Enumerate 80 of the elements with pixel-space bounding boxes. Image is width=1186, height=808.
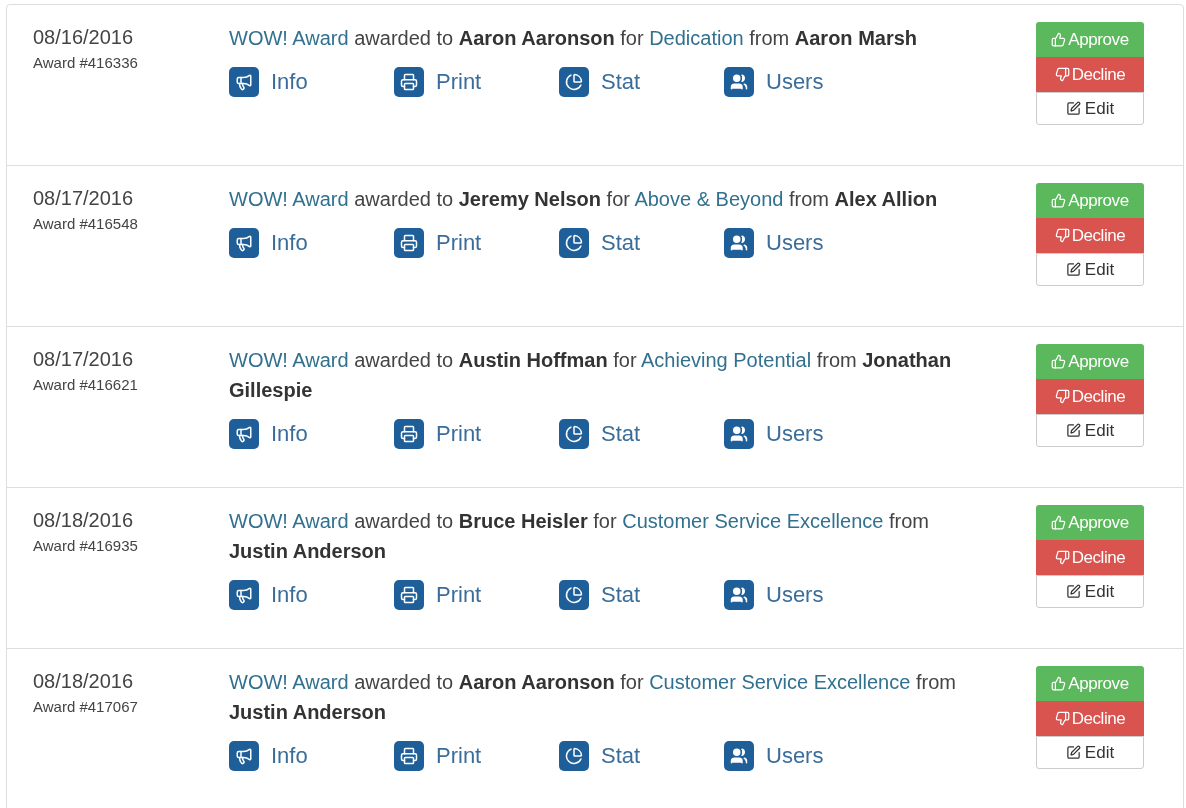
action-link[interactable]: Stat (559, 226, 724, 259)
award-number: Award #417067 (33, 697, 138, 717)
award-date: 08/17/2016 (33, 186, 134, 211)
megaphone-icon (229, 418, 259, 449)
action-link[interactable]: Stat (559, 417, 724, 450)
award-description: WOW! Award awarded to Aaron Aaronson for Dedication from Aaron Marsh (229, 26, 918, 51)
thumbs-up-icon (1051, 354, 1067, 369)
action-link[interactable]: Users (724, 226, 889, 259)
award-number: Award #416935 (33, 536, 138, 556)
action-link[interactable]: Print (394, 226, 559, 259)
pie-chart-icon (559, 418, 589, 449)
thumbs-up-icon (1051, 193, 1067, 208)
decline-button[interactable]: Decline (1036, 57, 1144, 92)
award-description: WOW! Award awarded to Aaron Aaronson for Customer Service Excellence from Justin Anderson (229, 670, 957, 725)
award-date: 08/18/2016 (33, 508, 134, 533)
megaphone-icon (229, 740, 259, 771)
pie-chart-icon (559, 227, 589, 258)
award-description: WOW! Award awarded to Jeremy Nelson for Above & Beyond from Alex Allion (229, 187, 938, 212)
action-link[interactable]: Stat (559, 739, 724, 772)
users-icon (724, 418, 754, 449)
action-link[interactable]: Info (229, 578, 394, 611)
pie-chart-icon (559, 740, 589, 771)
edit-button[interactable]: Edit (1036, 414, 1144, 447)
thumbs-down-icon (1054, 711, 1070, 726)
users-icon (724, 227, 754, 258)
action-link[interactable]: Users (724, 578, 889, 611)
award-number: Award #416621 (33, 375, 138, 395)
decline-button[interactable]: Decline (1036, 218, 1144, 253)
award-description: WOW! Award awarded to Bruce Heisler for Customer Service Excellence from Justin Anderson (229, 509, 930, 564)
printer-icon (394, 740, 424, 771)
printer-icon (394, 227, 424, 258)
thumbs-down-icon (1054, 67, 1070, 82)
award-number: Award #416336 (33, 53, 138, 73)
edit-icon (1065, 584, 1081, 599)
thumbs-up-icon (1051, 32, 1067, 47)
thumbs-down-icon (1054, 550, 1070, 565)
pie-chart-icon (559, 579, 589, 610)
award-date: 08/16/2016 (33, 25, 134, 50)
award-date: 08/17/2016 (33, 347, 134, 372)
printer-icon (394, 579, 424, 610)
edit-icon (1065, 262, 1081, 277)
award-date: 08/18/2016 (33, 669, 134, 694)
edit-button[interactable]: Edit (1036, 736, 1144, 769)
action-link[interactable]: Info (229, 417, 394, 450)
action-link[interactable]: Print (394, 739, 559, 772)
action-link[interactable]: Stat (559, 578, 724, 611)
thumbs-up-icon (1051, 676, 1067, 691)
megaphone-icon (229, 66, 259, 97)
action-link[interactable]: Info (229, 739, 394, 772)
users-icon (724, 740, 754, 771)
action-link[interactable]: Stat (559, 65, 724, 98)
pie-chart-icon (559, 66, 589, 97)
megaphone-icon (229, 227, 259, 258)
printer-icon (394, 418, 424, 449)
edit-button[interactable]: Edit (1036, 575, 1144, 608)
thumbs-down-icon (1054, 228, 1070, 243)
users-icon (724, 66, 754, 97)
decline-button[interactable]: Decline (1036, 379, 1144, 414)
action-link[interactable]: Info (229, 226, 394, 259)
action-link[interactable]: Print (394, 65, 559, 98)
action-link[interactable]: Info (229, 65, 394, 98)
printer-icon (394, 66, 424, 97)
decline-button[interactable]: Decline (1036, 701, 1144, 736)
thumbs-down-icon (1054, 389, 1070, 404)
megaphone-icon (229, 579, 259, 610)
action-link[interactable]: Print (394, 417, 559, 450)
action-link[interactable]: Users (724, 417, 889, 450)
action-link[interactable]: Users (724, 739, 889, 772)
thumbs-up-icon (1051, 515, 1067, 530)
edit-button[interactable]: Edit (1036, 92, 1144, 125)
edit-icon (1065, 101, 1081, 116)
edit-icon (1065, 745, 1081, 760)
award-description: WOW! Award awarded to Austin Hoffman for Achieving Potential from Jonathan Gillespie (229, 348, 953, 403)
users-icon (724, 579, 754, 610)
action-link[interactable]: Print (394, 578, 559, 611)
edit-icon (1065, 423, 1081, 438)
award-number: Award #416548 (33, 214, 138, 234)
decline-button[interactable]: Decline (1036, 540, 1144, 575)
action-link[interactable]: Users (724, 65, 889, 98)
edit-button[interactable]: Edit (1036, 253, 1144, 286)
